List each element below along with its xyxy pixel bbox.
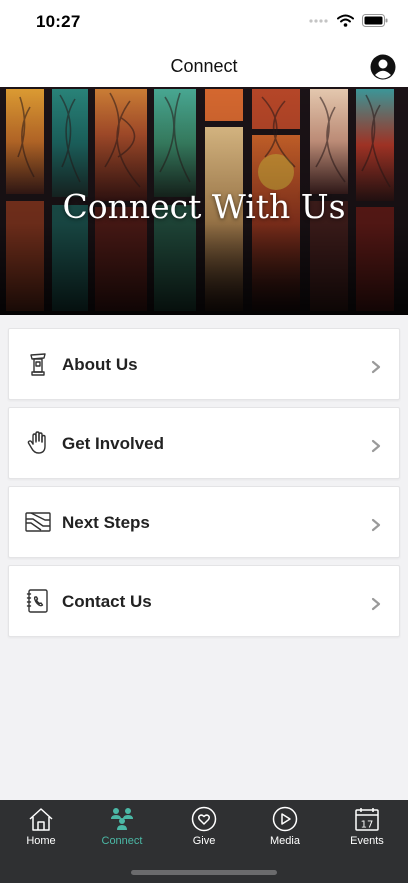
chevron-right-icon [371,518,381,532]
menu-item-next-steps[interactable]: Next Steps [8,486,400,558]
menu-item-label: Get Involved [62,434,165,453]
battery-icon [362,14,388,27]
connect-menu: About Us Get Involved Next Steps Contact… [8,328,400,644]
pulpit-icon [30,353,46,376]
hero-title: Connect With Us [62,187,346,226]
nav-bar: Connect [0,44,408,88]
chevron-right-icon [371,597,381,611]
calendar-day: 17 [361,820,374,831]
steps-icon [25,512,51,532]
hero-banner: Connect With Us [0,87,408,315]
menu-item-label: Contact Us [62,592,152,611]
tab-label: Give [192,835,216,847]
signal-icon [309,18,328,23]
status-icons [309,14,388,27]
profile-icon[interactable] [370,54,396,80]
status-bar: 10:27 [0,0,408,44]
calendar-icon: 17 [355,808,379,831]
chevron-right-icon [371,439,381,453]
status-time: 10:27 [36,12,81,31]
tab-media[interactable]: Media [250,806,320,852]
people-icon [111,808,133,830]
heart-icon [191,806,217,832]
tab-label: Connect [101,835,143,847]
page-title: Connect [170,56,238,76]
tab-home[interactable]: Home [6,806,76,852]
chevron-right-icon [371,360,381,374]
play-icon [272,806,298,832]
raised-hand-icon [27,431,46,454]
menu-item-label: Next Steps [62,513,150,532]
menu-item-about-us[interactable]: About Us [8,328,400,400]
contact-book-icon [26,589,48,613]
tab-label: Home [26,835,56,847]
menu-item-contact-us[interactable]: Contact Us [8,565,400,637]
home-icon [29,808,53,831]
menu-item-get-involved[interactable]: Get Involved [8,407,400,479]
tab-events[interactable]: 17 Events [332,806,402,852]
home-indicator [131,870,277,875]
tab-label: Media [270,835,300,847]
wifi-icon [337,14,354,27]
tab-connect[interactable]: Connect [87,806,157,852]
menu-item-label: About Us [62,355,138,374]
tab-give[interactable]: Give [169,806,239,852]
tab-label: Events [350,835,384,847]
